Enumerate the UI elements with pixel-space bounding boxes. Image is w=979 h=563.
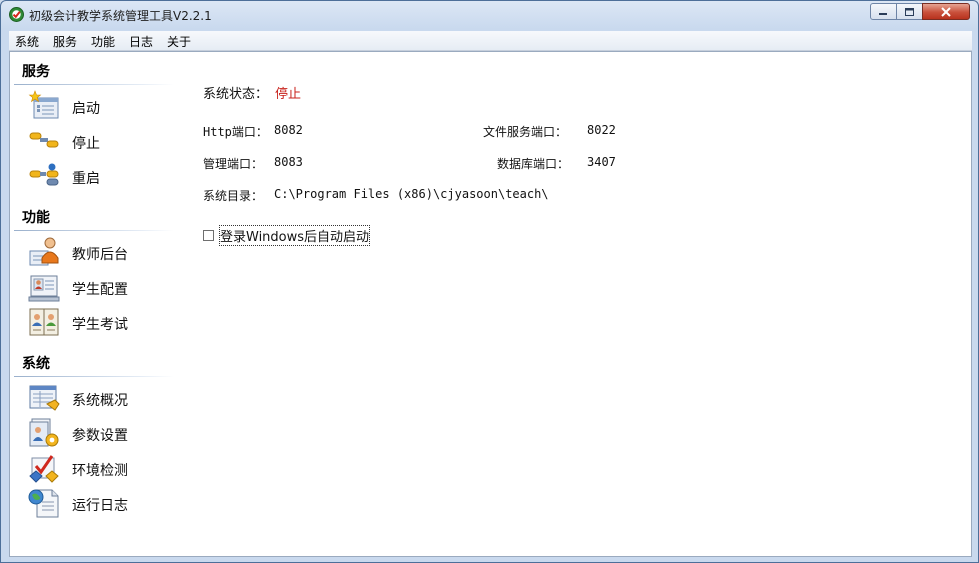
- db-port-value: 3407: [587, 155, 616, 169]
- close-button[interactable]: [922, 3, 970, 20]
- nav-student-config[interactable]: 学生配置: [28, 271, 178, 303]
- nav-restart-label: 重启: [72, 171, 100, 187]
- menu-about[interactable]: 关于: [167, 33, 191, 50]
- log-icon: [28, 489, 59, 518]
- section-divider: [14, 84, 174, 85]
- nav-student-config-label: 学生配置: [72, 282, 128, 298]
- autostart-label[interactable]: 登录Windows后自动启动: [218, 225, 371, 246]
- menu-system[interactable]: 系统: [15, 33, 39, 50]
- status-value: 停止: [275, 87, 302, 102]
- file-port-value: 8022: [587, 123, 616, 137]
- db-port-label: 数据库端口：: [497, 157, 570, 171]
- nav-teacher-label: 教师后台: [72, 247, 128, 263]
- start-service-icon: [28, 90, 59, 119]
- admin-port-label: 管理端口：: [203, 157, 264, 171]
- student-exam-icon: [29, 308, 59, 336]
- nav-teacher[interactable]: 教师后台: [28, 236, 178, 268]
- nav-start[interactable]: 启动: [28, 90, 178, 122]
- menu-bar: 系统 服务 功能 日志 关于: [9, 31, 972, 51]
- file-port-label: 文件服务端口：: [483, 125, 568, 139]
- app-logo-icon: [9, 7, 24, 22]
- admin-port-value: 8083: [274, 155, 303, 169]
- student-config-icon: [28, 275, 60, 302]
- section-title-system: 系统: [22, 356, 50, 372]
- nav-settings[interactable]: 参数设置: [28, 417, 178, 449]
- section-divider: [14, 230, 174, 231]
- autostart-checkbox[interactable]: [203, 230, 214, 241]
- close-icon: [941, 6, 951, 17]
- minimize-icon: [879, 13, 887, 15]
- nav-system-overview[interactable]: 系统概况: [28, 382, 178, 414]
- menu-log[interactable]: 日志: [129, 33, 153, 50]
- title-bar: 初级会计教学系统管理工具V2.2.1: [1, 1, 978, 30]
- nav-start-label: 启动: [72, 101, 100, 117]
- nav-log-label: 运行日志: [72, 498, 128, 514]
- env-check-icon: [29, 455, 59, 483]
- system-dir-value: C:\Program Files (x86)\cjyasoon\teach\: [274, 187, 549, 201]
- section-divider: [14, 376, 174, 377]
- menu-service[interactable]: 服务: [53, 33, 77, 50]
- status-label: 系统状态：: [203, 87, 269, 102]
- nav-student-exam[interactable]: 学生考试: [28, 306, 178, 338]
- nav-system-overview-label: 系统概况: [72, 393, 128, 409]
- nav-student-exam-label: 学生考试: [72, 317, 128, 333]
- nav-env-check-label: 环境检测: [72, 463, 128, 479]
- http-port-label: Http端口：: [203, 125, 268, 139]
- maximize-button[interactable]: [896, 3, 923, 20]
- main-panel: 服务 启动 停止 重启 功能 教师后台 学生配置 学生考试 系统 系统概况 参数…: [9, 51, 972, 557]
- window-title: 初级会计教学系统管理工具V2.2.1: [29, 9, 212, 23]
- settings-icon: [29, 418, 59, 447]
- http-port-value: 8082: [274, 123, 303, 137]
- nav-restart[interactable]: 重启: [28, 160, 178, 192]
- restart-service-icon: [29, 163, 59, 186]
- nav-stop[interactable]: 停止: [28, 125, 178, 157]
- menu-function[interactable]: 功能: [91, 33, 115, 50]
- teacher-icon: [29, 237, 59, 266]
- maximize-icon: [905, 7, 914, 16]
- section-title-function: 功能: [22, 210, 50, 226]
- section-title-service: 服务: [22, 64, 50, 80]
- system-overview-icon: [29, 385, 60, 411]
- app-window: 初级会计教学系统管理工具V2.2.1 系统 服务 功能 日志 关于 服务 启动 …: [0, 0, 979, 563]
- system-dir-label: 系统目录：: [203, 189, 264, 203]
- minimize-button[interactable]: [870, 3, 897, 20]
- stop-service-icon: [29, 132, 59, 148]
- nav-env-check[interactable]: 环境检测: [28, 452, 178, 484]
- nav-stop-label: 停止: [72, 136, 100, 152]
- nav-settings-label: 参数设置: [72, 428, 128, 444]
- nav-log[interactable]: 运行日志: [28, 487, 178, 519]
